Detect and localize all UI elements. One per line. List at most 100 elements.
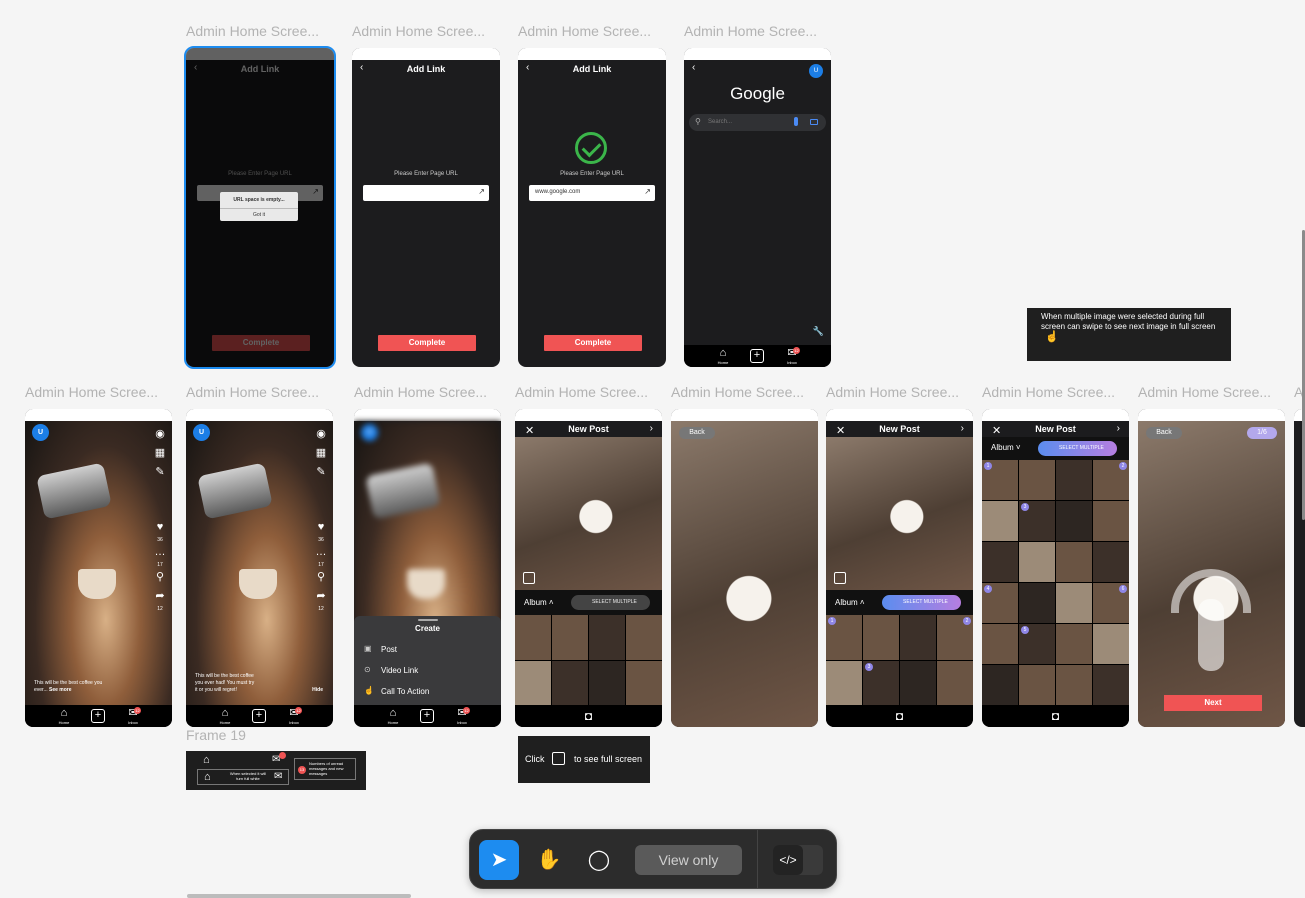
post-caption-full[interactable]: This will be the best coffee you ever ha…: [195, 673, 257, 694]
profile-icon[interactable]: ◉: [315, 425, 327, 444]
frame-add-link[interactable]: ‹ Add Link Please Enter Page URL ↗ Compl…: [352, 48, 500, 367]
photo-thumb[interactable]: [900, 615, 936, 660]
frame-label[interactable]: Admin Home Scree...: [186, 384, 333, 400]
frame-new-post-album[interactable]: ✕ New Post › Album ˅ SELECT MULTIPLE 1 2 …: [982, 409, 1129, 727]
create-plus-icon[interactable]: +: [420, 709, 434, 723]
photo-thumb[interactable]: [1093, 665, 1129, 705]
google-search-input[interactable]: ⚲ Search...: [689, 114, 826, 131]
photo-thumb[interactable]: [1093, 501, 1129, 541]
photo-thumb[interactable]: [1019, 665, 1055, 705]
home-icon[interactable]: ⌂: [57, 708, 71, 719]
album-dropdown[interactable]: Album ˄: [835, 598, 865, 607]
frame-home-feed[interactable]: U ◉ ▦ ✎ ♥ 36 … 17 ⚲ ➦ 12 This will be the b…: [25, 409, 172, 727]
frame-label[interactable]: Admin Home Scree...: [186, 23, 332, 39]
camera-icon[interactable]: ◘: [826, 705, 973, 727]
frame-home-feed-expanded[interactable]: U ◉ ▦ ✎ ♥ 36 … 17 ⚲ ➦ 12 This will be the b…: [186, 409, 333, 727]
photo-thumb[interactable]: [626, 660, 662, 705]
frame-label[interactable]: Admin Home Scree...: [354, 384, 501, 400]
next-button[interactable]: Next: [1164, 695, 1262, 711]
photo-thumb[interactable]: [589, 660, 625, 705]
move-tool-icon[interactable]: ➤: [479, 840, 519, 880]
home-icon[interactable]: ⌂: [386, 708, 400, 719]
profile-icon[interactable]: ◉: [154, 425, 166, 444]
frame-label[interactable]: Admin Home Scree...: [25, 384, 172, 400]
home-icon[interactable]: ⌂: [716, 348, 730, 359]
hand-tool-icon[interactable]: ✋: [529, 840, 569, 880]
frame-label[interactable]: Admin Home Scree...: [684, 23, 830, 39]
frame-label[interactable]: Admin Home Scree...: [352, 23, 498, 39]
frame-add-link-empty[interactable]: ‹ Add Link Please Enter Page URL ↗ Compl…: [184, 46, 336, 369]
share-icon[interactable]: ➦ 12: [315, 587, 327, 612]
frame-add-link-filled[interactable]: ‹ Add Link Please Enter Page URL www.goo…: [518, 48, 666, 367]
photo-thumb[interactable]: 3: [863, 660, 899, 705]
frame-google-webview[interactable]: ‹ U Google ⚲ Search... 🔧 ⌂ Home + ✉ 12 I…: [684, 48, 831, 367]
fullscreen-icon[interactable]: [523, 572, 535, 584]
location-pin-icon[interactable]: ⚲: [315, 568, 327, 587]
frame-create-sheet[interactable]: U Create ▣ Post ⊙ Video Link ☝ Call To A…: [354, 409, 501, 727]
photo-thumb[interactable]: [982, 542, 1018, 582]
photo-thumb[interactable]: [552, 660, 588, 705]
photo-thumb[interactable]: 1: [826, 615, 862, 660]
photo-thumb[interactable]: [1093, 542, 1129, 582]
select-multiple-button[interactable]: SELECT MULTIPLE: [571, 595, 650, 610]
comment-tool-icon[interactable]: ◯: [579, 840, 619, 880]
qr-code-icon[interactable]: ▦: [154, 444, 166, 463]
photo-thumb[interactable]: [515, 660, 551, 705]
album-dropdown[interactable]: Album ˅: [991, 443, 1021, 452]
create-video-link-option[interactable]: Video Link: [381, 666, 418, 675]
camera-icon[interactable]: ◘: [982, 705, 1129, 727]
frame-new-post-multi[interactable]: ✕ New Post › Album ˄ SELECT MULTIPLE 1 2 …: [826, 409, 973, 727]
photo-thumb[interactable]: 6: [1093, 583, 1129, 623]
photo-thumb[interactable]: 1: [982, 460, 1018, 500]
photo-thumb[interactable]: [1056, 624, 1092, 664]
code-icon[interactable]: </>: [773, 845, 803, 875]
like-icon[interactable]: ♥ 36: [315, 518, 327, 543]
sheet-handle[interactable]: [418, 619, 438, 621]
photo-thumb[interactable]: [1019, 583, 1055, 623]
share-icon[interactable]: ➦ 12: [154, 587, 166, 612]
camera-icon[interactable]: [810, 119, 818, 125]
microphone-icon[interactable]: [794, 117, 798, 126]
photo-thumb[interactable]: [1056, 583, 1092, 623]
photo-thumb[interactable]: [982, 624, 1018, 664]
url-input[interactable]: ↗: [363, 185, 489, 201]
post-caption[interactable]: This will be the best coffee you ever...…: [34, 680, 114, 694]
photo-thumb[interactable]: [1019, 542, 1055, 582]
url-input[interactable]: www.google.com ↗: [529, 185, 655, 201]
photo-thumb[interactable]: [1056, 460, 1092, 500]
photo-thumb[interactable]: 4: [982, 583, 1018, 623]
photo-thumb[interactable]: [826, 660, 862, 705]
like-icon[interactable]: ♥ 36: [154, 518, 166, 543]
fullscreen-icon[interactable]: [834, 572, 846, 584]
next-arrow-icon[interactable]: ›: [1117, 423, 1120, 434]
select-multiple-button[interactable]: SELECT MULTIPLE: [1038, 441, 1117, 456]
create-plus-icon[interactable]: +: [91, 709, 105, 723]
frame-label[interactable]: Admin Home Scree...: [1138, 384, 1285, 400]
create-plus-icon[interactable]: +: [750, 349, 764, 363]
photo-thumb[interactable]: 2: [1093, 460, 1129, 500]
photo-thumb[interactable]: [863, 615, 899, 660]
complete-button[interactable]: Complete: [544, 335, 642, 351]
photo-thumb[interactable]: [1093, 624, 1129, 664]
photo-thumb[interactable]: [552, 615, 588, 660]
hide-caption-link[interactable]: Hide: [312, 687, 323, 693]
photo-thumb[interactable]: [589, 615, 625, 660]
frame-label[interactable]: Admin Home Scree...: [982, 384, 1129, 400]
camera-icon[interactable]: ◘: [515, 705, 662, 727]
view-only-button[interactable]: View only: [635, 845, 742, 875]
photo-thumb[interactable]: 3: [1019, 501, 1055, 541]
photo-thumb[interactable]: [900, 660, 936, 705]
frame-fullscreen-image[interactable]: Back: [671, 409, 818, 727]
got-it-button[interactable]: Got it: [220, 208, 298, 218]
create-post-option[interactable]: Post: [381, 645, 397, 654]
create-plus-icon[interactable]: +: [252, 709, 266, 723]
edit-icon[interactable]: ✎: [315, 463, 327, 482]
frame-fullscreen-multi[interactable]: Back 1/6 Next: [1138, 409, 1285, 727]
photo-thumb[interactable]: [626, 615, 662, 660]
comment-icon[interactable]: … 17: [315, 543, 327, 568]
photo-thumb[interactable]: 5: [1019, 624, 1055, 664]
horizontal-scrollbar[interactable]: [187, 894, 411, 898]
frame19-label[interactable]: Frame 19: [186, 727, 246, 743]
create-cta-option[interactable]: Call To Action: [381, 687, 429, 696]
frame-label[interactable]: Admin Home Scree...: [518, 23, 664, 39]
